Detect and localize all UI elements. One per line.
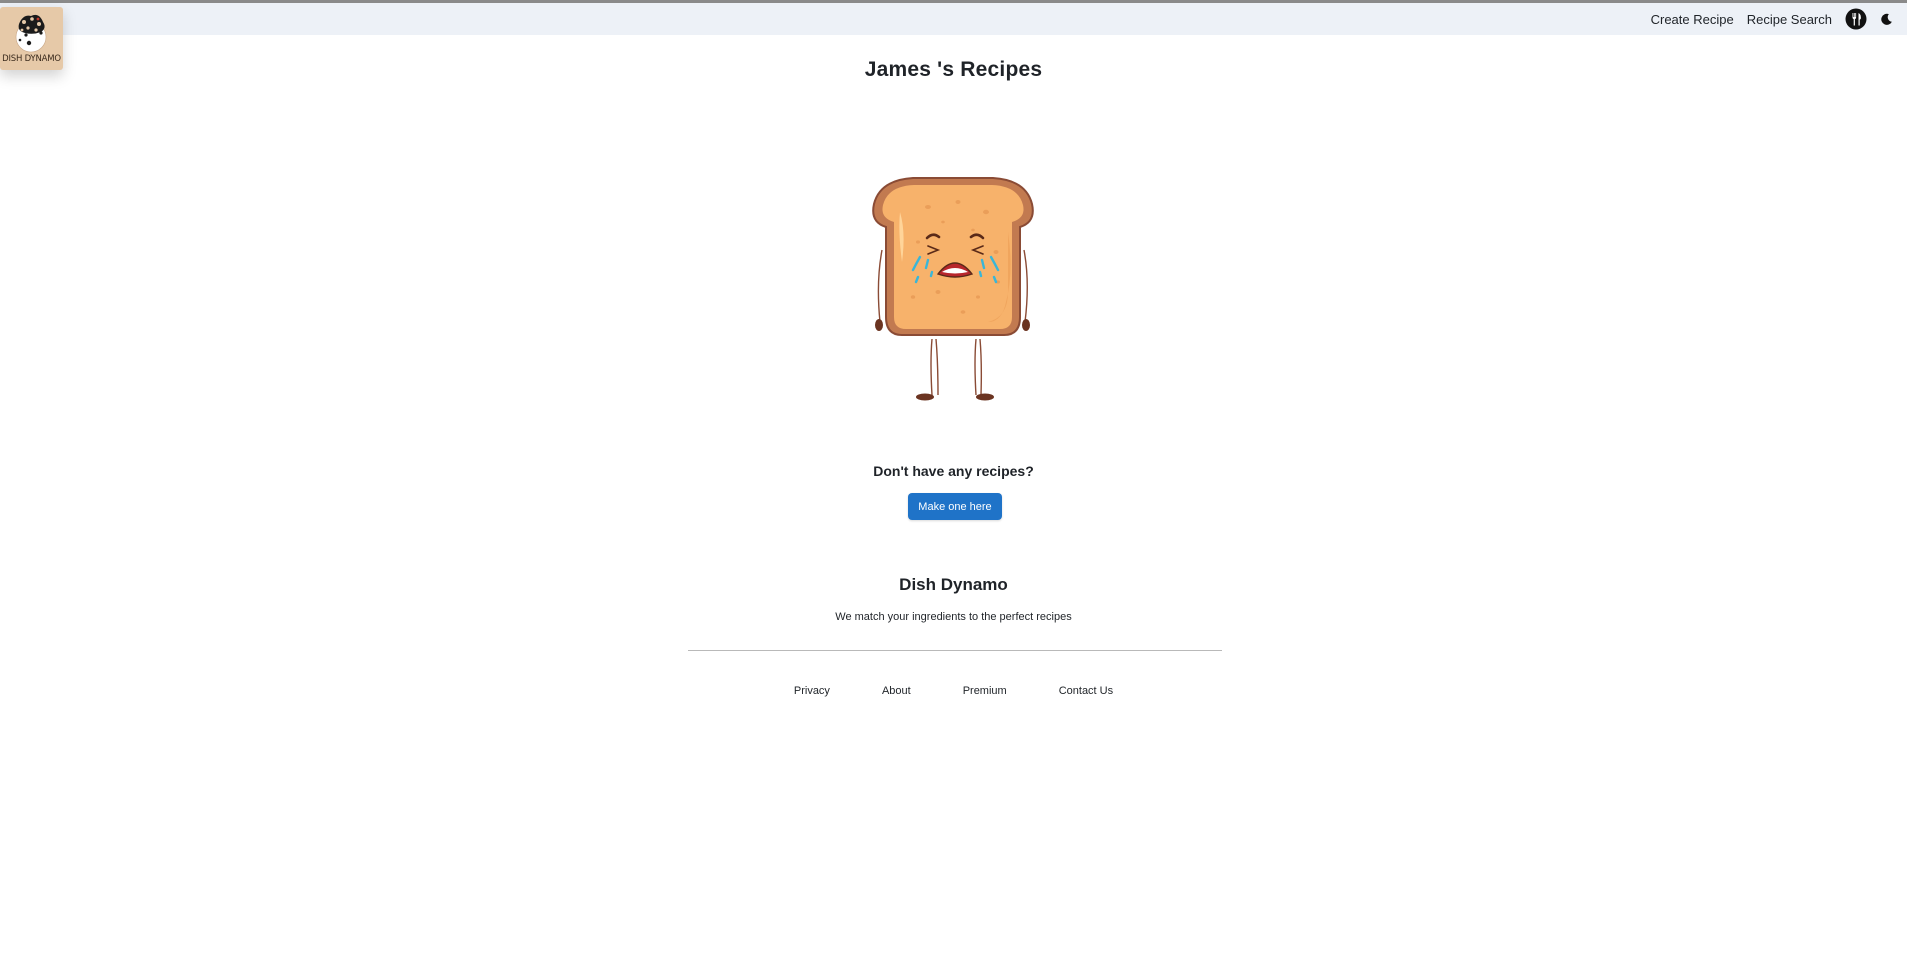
- crying-toast-illustration: [868, 172, 1038, 407]
- footer-link-premium[interactable]: Premium: [963, 685, 1007, 697]
- chef-logo-icon: [15, 14, 47, 53]
- make-recipe-button[interactable]: Make one here: [908, 493, 1002, 520]
- fork-knife-icon[interactable]: [1845, 8, 1867, 30]
- logo-text: DISH DYNAMO: [2, 54, 61, 64]
- brand-logo[interactable]: DISH DYNAMO: [0, 7, 63, 70]
- nav-links: Create Recipe Recipe Search: [1651, 3, 1907, 35]
- footer-links: Privacy About Premium Contact Us: [0, 685, 1907, 697]
- top-navbar: [0, 3, 1907, 35]
- nav-create-recipe[interactable]: Create Recipe: [1651, 12, 1734, 27]
- footer-tagline: We match your ingredients to the perfect…: [835, 611, 1072, 623]
- nav-recipe-search[interactable]: Recipe Search: [1747, 12, 1832, 27]
- page-title: James 's Recipes: [864, 58, 1043, 81]
- footer-link-privacy[interactable]: Privacy: [794, 685, 830, 697]
- footer-divider: [688, 650, 1222, 651]
- footer-brand: Dish Dynamo: [899, 575, 1008, 594]
- empty-state-heading: Don't have any recipes?: [873, 463, 1034, 479]
- footer-link-contact-us[interactable]: Contact Us: [1059, 685, 1113, 697]
- footer-link-about[interactable]: About: [882, 685, 911, 697]
- moon-icon[interactable]: [1880, 13, 1893, 26]
